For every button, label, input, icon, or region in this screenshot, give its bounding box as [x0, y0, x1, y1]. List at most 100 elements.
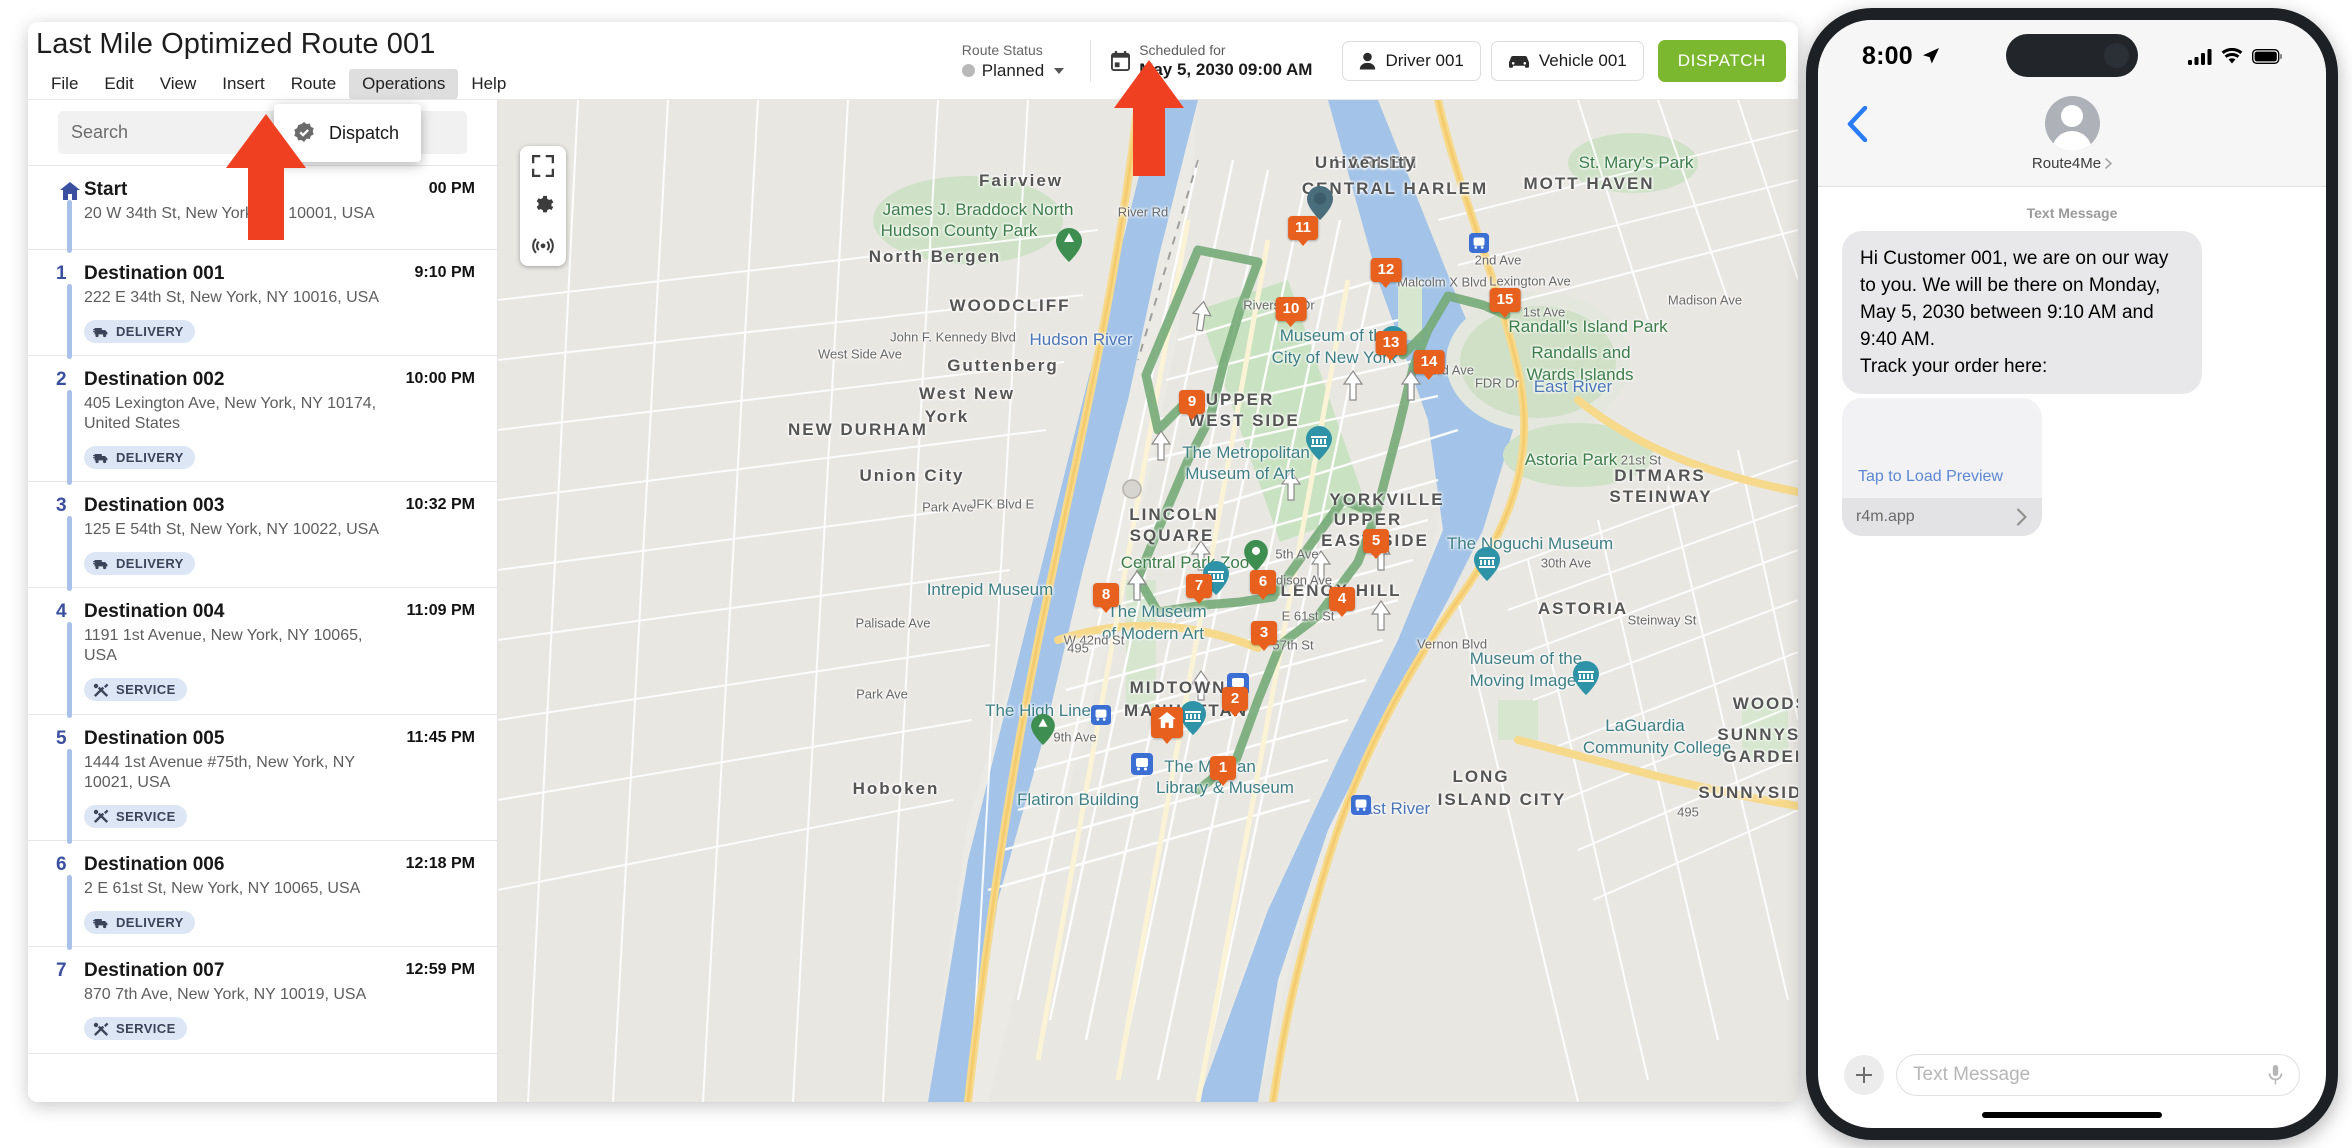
map-marker[interactable]: 8	[1093, 583, 1119, 607]
map-label: ISLAND CITY	[1437, 790, 1567, 809]
map-marker[interactable]: 2	[1222, 687, 1248, 711]
badge-label: SERVICE	[116, 1021, 176, 1036]
map-marker[interactable]: 3	[1251, 621, 1277, 645]
map-marker[interactable]: 11	[1288, 216, 1318, 240]
status-badge: DELIVERY	[84, 911, 195, 934]
map-label: 5th Ave	[1275, 546, 1319, 562]
stop-address: 125 E 54th St, New York, NY 10022, USA	[84, 521, 379, 538]
badge-label: DELIVERY	[116, 450, 184, 465]
dispatch-button[interactable]: DISPATCH	[1657, 40, 1786, 82]
fullscreen-icon[interactable]	[532, 155, 554, 177]
map-marker[interactable]: 14	[1413, 350, 1445, 374]
list-item[interactable]: 6 Destination 006 2 E 61st St, New York,…	[28, 841, 497, 950]
dynamic-island	[2006, 34, 2138, 77]
list-item[interactable]: 5 Destination 005 1444 1st Avenue #75th,…	[28, 715, 497, 844]
microphone-icon[interactable]	[2268, 1064, 2283, 1086]
header-actions: Route Status Planned Scheduled for May 5…	[954, 22, 1786, 100]
chevron-left-icon[interactable]	[1846, 106, 1868, 142]
map-marker[interactable]: 1	[1210, 756, 1236, 780]
stop-time: 9:10 PM	[414, 264, 475, 281]
badge-label: SERVICE	[116, 808, 176, 824]
map-label: UPPER	[1333, 510, 1403, 529]
stop-index: 6	[56, 854, 67, 875]
map-label: Vernon Blvd	[1416, 636, 1488, 652]
map-label: Hoboken	[852, 779, 940, 798]
map-label: Central Park Zoo	[1120, 553, 1250, 572]
map-marker[interactable]: 7	[1186, 574, 1212, 598]
map-marker[interactable]: 10	[1275, 297, 1307, 321]
driver-button[interactable]: Driver 001	[1342, 41, 1481, 81]
poi-pin-transit	[1091, 705, 1111, 730]
menu-route[interactable]: Route	[278, 69, 349, 99]
stop-index: 2	[56, 369, 67, 390]
house-icon	[1158, 712, 1176, 728]
menu-help[interactable]: Help	[458, 69, 519, 99]
map-marker[interactable]: 5	[1363, 529, 1389, 553]
menu-view[interactable]: View	[147, 69, 210, 99]
menu-operations[interactable]: Operations	[349, 69, 459, 99]
avatar	[2044, 96, 2100, 151]
list-item[interactable]: 2 Destination 002 405 Lexington Ave, New…	[28, 356, 497, 485]
route-status-label: Route Status	[961, 41, 1043, 58]
map-label: WOODCLIFF	[949, 296, 1071, 315]
menu-edit[interactable]: Edit	[91, 69, 146, 99]
conversation-contact[interactable]: Route4Me	[1818, 96, 2326, 172]
gps-radar-icon[interactable]	[532, 233, 554, 255]
truck-icon	[93, 918, 108, 928]
vehicle-button-label: Vehicle 001	[1538, 51, 1627, 70]
menu-item-dispatch-label: Dispatch	[329, 122, 400, 143]
map-label: River Rd	[1117, 204, 1169, 220]
stops-sidebar: Start 20 W 34th St, New York, NY 10001, …	[28, 100, 498, 1102]
map-canvas[interactable]: 1 2 3 4 5 6 7 8 9 10 11 12 13 14 15 Fair…	[498, 100, 1798, 1102]
vehicle-button[interactable]: Vehicle 001	[1490, 41, 1644, 81]
map-label: Community College	[1582, 738, 1732, 757]
map-label: SUNNYSIDE	[1698, 783, 1798, 802]
stop-name: Destination 001	[84, 263, 225, 284]
stop-name: Destination 005	[84, 727, 225, 749]
plus-icon[interactable]	[1844, 1055, 1884, 1095]
map-label: 57th St	[1272, 637, 1314, 653]
route-spine	[67, 748, 72, 844]
map-label: East River	[1533, 377, 1613, 396]
text-message-input[interactable]: Text Message	[1896, 1054, 2300, 1096]
map-label: Park Ave	[922, 499, 974, 515]
scheduled-label: Scheduled for	[1139, 42, 1226, 58]
person-icon	[1360, 52, 1376, 70]
map-label: Park Ave	[856, 686, 908, 702]
home-icon	[60, 182, 80, 200]
stop-address: 1444 1st Avenue #75th, New York, NY 1002…	[84, 753, 355, 791]
route-status-control[interactable]: Route Status Planned	[954, 42, 1090, 81]
list-item[interactable]: 3 Destination 003 125 E 54th St, New Yor…	[28, 482, 497, 591]
list-item[interactable]: 4 Destination 004 1191 1st Avenue, New Y…	[28, 588, 497, 718]
signal-bars-icon	[2188, 48, 2212, 65]
map-label: York	[924, 407, 970, 426]
map-label: Guttenberg	[947, 356, 1059, 375]
map-marker[interactable]: 6	[1250, 570, 1276, 594]
map-label: The Museum	[1107, 602, 1207, 621]
route-spine	[67, 875, 72, 950]
menu-insert[interactable]: Insert	[209, 69, 278, 99]
list-item[interactable]: 7 Destination 007 870 7th Ave, New York,…	[28, 947, 497, 1054]
map-marker[interactable]: 9	[1179, 390, 1205, 414]
menu-file[interactable]: File	[38, 69, 91, 99]
map-marker[interactable]: 12	[1370, 258, 1402, 282]
map-label: Museum of Art	[1185, 464, 1295, 483]
link-preview-card[interactable]: Tap to Load Preview r4m.app	[1842, 398, 2042, 536]
status-badge: SERVICE	[84, 678, 187, 701]
gear-icon[interactable]	[532, 194, 554, 216]
tap-to-load-preview-label[interactable]: Tap to Load Preview	[1858, 468, 2003, 486]
stop-index: 7	[56, 960, 67, 981]
chevron-down-icon[interactable]	[1054, 67, 1065, 74]
map-label: LaGuardia	[1605, 716, 1685, 735]
map-label: James J. Braddock North	[882, 200, 1074, 219]
app-body: Start 20 W 34th St, New York, NY 10001, …	[28, 100, 1798, 1102]
map-marker[interactable]: 15	[1489, 288, 1521, 312]
link-preview-domain: r4m.app	[1856, 508, 1915, 525]
map-marker-start[interactable]	[1151, 707, 1183, 738]
map-label: 30th Ave	[1540, 555, 1592, 571]
map-label: 21st St	[1620, 452, 1662, 468]
map-marker[interactable]: 13	[1375, 331, 1407, 355]
map-marker[interactable]: 4	[1329, 587, 1355, 611]
stop-index: 4	[56, 601, 67, 622]
list-item[interactable]: 1 Destination 001 222 E 34th St, New Yor…	[28, 250, 497, 359]
